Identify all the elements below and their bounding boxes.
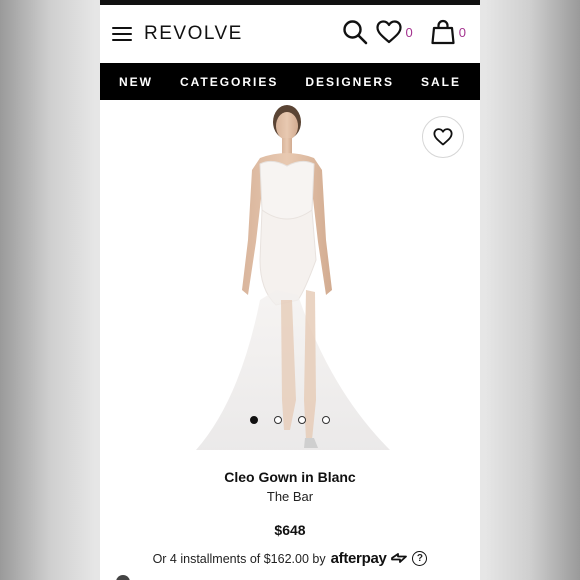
installments-text: Or 4 installments of $162.00 by <box>152 551 326 566</box>
site-header: REVOLVE 0 0 <box>100 5 480 63</box>
product-info: Cleo Gown in Blanc The Bar $648 Or 4 ins… <box>100 469 480 567</box>
gallery-dot-4[interactable] <box>322 416 330 424</box>
gallery-dot-1[interactable] <box>250 416 258 424</box>
product-image[interactable] <box>100 100 480 460</box>
gallery-dot-3[interactable] <box>298 416 306 424</box>
product-name: Cleo Gown in Blanc <box>224 469 356 485</box>
site-logo[interactable]: REVOLVE <box>144 23 243 45</box>
afterpay-label: afterpay <box>330 550 387 567</box>
gown-illustration <box>196 105 390 450</box>
menu-icon[interactable] <box>112 27 132 41</box>
search-icon <box>342 20 367 45</box>
gallery-dot-2[interactable] <box>274 416 282 424</box>
product-brand[interactable]: The Bar <box>100 489 480 504</box>
gallery-pagination <box>100 416 480 424</box>
header-actions: 0 0 <box>332 19 466 45</box>
nav-item-sale[interactable]: SALE <box>421 75 461 89</box>
nav-item-designers[interactable]: DESIGNERS <box>305 75 394 89</box>
cart-button[interactable]: 0 <box>431 19 466 45</box>
product-price: $648 <box>274 522 306 538</box>
installments-row: Or 4 installments of $162.00 by afterpay… <box>100 550 480 567</box>
wishlist-count: 0 <box>405 24 413 40</box>
nav-item-categories[interactable]: CATEGORIES <box>180 75 278 89</box>
wishlist-button[interactable]: 0 <box>375 20 413 44</box>
afterpay-help-button[interactable]: ? <box>412 551 428 566</box>
mobile-page: REVOLVE 0 0 NEW CATEGORIES DESIGNERS SAL… <box>100 0 480 580</box>
afterpay-icon <box>391 553 408 563</box>
search-button[interactable] <box>342 19 368 45</box>
main-nav: NEW CATEGORIES DESIGNERS SALE <box>100 63 480 100</box>
afterpay-logo: afterpay <box>331 550 409 567</box>
heart-icon <box>433 128 453 146</box>
bag-icon <box>431 19 455 45</box>
cart-count: 0 <box>458 24 466 40</box>
heart-icon <box>375 20 402 44</box>
floating-chat-icon[interactable] <box>116 575 130 580</box>
nav-item-new[interactable]: NEW <box>119 75 153 89</box>
favorite-button[interactable] <box>422 116 464 158</box>
